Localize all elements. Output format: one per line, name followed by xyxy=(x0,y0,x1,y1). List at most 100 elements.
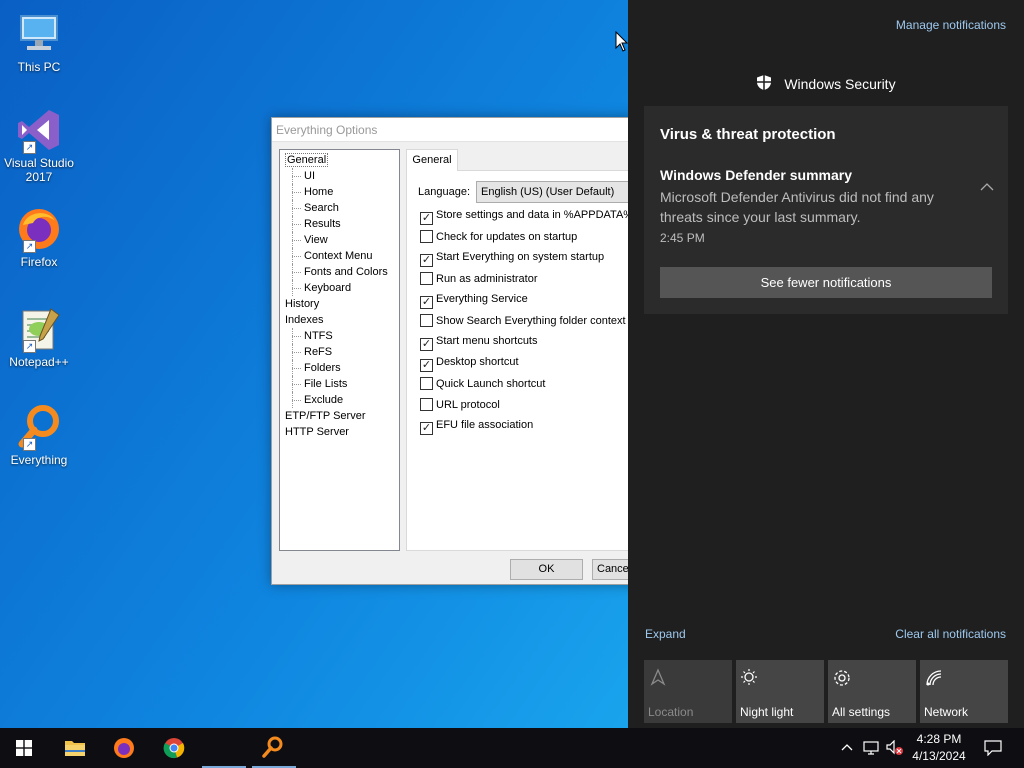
options-tree[interactable]: General UI Home Search Results View Cont… xyxy=(279,149,400,551)
option-checkbox-row[interactable]: Run as administrator xyxy=(420,272,538,288)
shortcut-arrow-icon: ↗ xyxy=(23,438,36,451)
checkbox-unchecked[interactable] xyxy=(420,272,433,285)
quick-action-all-settings[interactable]: All settings xyxy=(828,660,916,723)
option-label: Check for updates on startup xyxy=(436,231,578,243)
clock-date: 4/13/2024 xyxy=(912,749,966,763)
desktop-icon-notepadpp[interactable]: ↗ Notepad++ xyxy=(4,305,74,369)
taskbar-running-app[interactable] xyxy=(200,728,248,768)
checkbox-unchecked[interactable] xyxy=(420,230,433,243)
taskbar-clock[interactable]: 4:28 PM 4/13/2024 xyxy=(906,731,972,765)
general-tab-panel: Language: English (US) (User Default) ✓ S… xyxy=(406,170,656,551)
language-select[interactable]: English (US) (User Default) xyxy=(476,181,646,203)
desktop-icon-firefox[interactable]: ↗ Firefox xyxy=(4,205,74,269)
tree-item-indexes[interactable]: Indexes xyxy=(280,312,399,328)
notification-title: Windows Defender summary xyxy=(660,167,853,183)
location-icon xyxy=(648,668,668,688)
tree-item-view[interactable]: View xyxy=(280,232,399,248)
network-icon xyxy=(924,668,944,688)
desktop-icon-label-line2: 2017 xyxy=(25,170,53,184)
chrome-icon xyxy=(163,738,185,759)
option-checkbox-row[interactable]: ✓ Everything Service xyxy=(420,293,528,309)
option-checkbox-row[interactable]: ✓ Start Everything on system startup xyxy=(420,251,604,267)
tree-item-refs[interactable]: ReFS xyxy=(280,344,399,360)
taskbar-chrome[interactable] xyxy=(150,728,198,768)
quick-action-location[interactable]: Location xyxy=(644,660,732,723)
option-checkbox-row[interactable]: ✓ Desktop shortcut xyxy=(420,356,519,372)
option-checkbox-row[interactable]: ✓ Start menu shortcuts xyxy=(420,335,538,351)
option-label: Desktop shortcut xyxy=(436,356,519,368)
shortcut-arrow-icon: ↗ xyxy=(23,240,36,253)
option-checkbox-row[interactable]: Check for updates on startup xyxy=(420,230,577,246)
option-checkbox-row[interactable]: ✓ EFU file association xyxy=(420,419,533,435)
quick-action-network[interactable]: Network xyxy=(920,660,1008,723)
checkbox-unchecked[interactable] xyxy=(420,314,433,327)
expand-link[interactable]: Expand xyxy=(645,627,686,641)
tree-item-ntfs[interactable]: NTFS xyxy=(280,328,399,344)
app-name: Windows Security xyxy=(784,76,896,92)
checkbox-checked[interactable]: ✓ xyxy=(420,422,433,435)
tree-item-file-lists[interactable]: File Lists xyxy=(280,376,399,392)
tree-item-general[interactable]: General xyxy=(280,152,399,168)
tree-item-http-server[interactable]: HTTP Server xyxy=(280,424,399,440)
manage-notifications-link[interactable]: Manage notifications xyxy=(896,18,1006,32)
tree-item-fonts-and-colors[interactable]: Fonts and Colors xyxy=(280,264,399,280)
checkbox-checked[interactable]: ✓ xyxy=(420,254,433,267)
tree-item-folders[interactable]: Folders xyxy=(280,360,399,376)
taskbar: 4:28 PM 4/13/2024 xyxy=(0,728,1024,768)
firefox-icon xyxy=(114,738,134,758)
taskbar-everything[interactable] xyxy=(250,728,298,768)
desktop-icon-visual-studio[interactable]: ↗ Visual Studio 2017 xyxy=(4,106,74,184)
mouse-cursor-icon xyxy=(615,31,629,52)
taskbar-firefox[interactable] xyxy=(100,728,148,768)
tree-item-etp-ftp-server[interactable]: ETP/FTP Server xyxy=(280,408,399,424)
tree-item-results[interactable]: Results xyxy=(280,216,399,232)
notification-app-header: Windows Security xyxy=(628,74,1024,94)
collapse-chevron-icon[interactable] xyxy=(980,178,994,194)
dialog-title[interactable]: Everything Options xyxy=(272,118,640,142)
option-checkbox-row[interactable]: ✓ Store settings and data in %APPDATA% xyxy=(420,209,633,225)
desktop-icon-this-pc[interactable]: This PC xyxy=(4,10,74,74)
clear-all-notifications-link[interactable]: Clear all notifications xyxy=(895,627,1006,641)
folder-icon xyxy=(65,741,85,756)
option-checkbox-row[interactable]: Show Search Everything folder context me… xyxy=(420,314,656,330)
option-checkbox-row[interactable]: Quick Launch shortcut xyxy=(420,377,545,393)
checkbox-checked[interactable]: ✓ xyxy=(420,212,433,225)
quick-action-night-light[interactable]: Night light xyxy=(736,660,824,723)
windows-logo-icon xyxy=(16,740,32,756)
network-tray-icon[interactable] xyxy=(860,728,882,768)
checkbox-unchecked[interactable] xyxy=(420,398,433,411)
tree-item-search[interactable]: Search xyxy=(280,200,399,216)
desktop-icon-label: Visual Studio xyxy=(4,156,74,170)
taskbar-file-explorer[interactable] xyxy=(50,728,98,768)
action-center-button[interactable] xyxy=(978,728,1008,768)
night-light-icon xyxy=(740,668,760,688)
tree-item-keyboard[interactable]: Keyboard xyxy=(280,280,399,296)
show-hidden-icons-chevron[interactable] xyxy=(838,728,856,768)
checkbox-unchecked[interactable] xyxy=(420,377,433,390)
option-label: Show Search Everything folder context me… xyxy=(436,315,657,327)
tree-item-context-menu[interactable]: Context Menu xyxy=(280,248,399,264)
option-checkbox-row[interactable]: URL protocol xyxy=(420,398,500,414)
see-fewer-notifications-button[interactable]: See fewer notifications xyxy=(660,267,992,298)
checkbox-checked[interactable]: ✓ xyxy=(420,296,433,309)
notification-card[interactable]: Virus & threat protection Windows Defend… xyxy=(644,106,1008,314)
notification-icon xyxy=(984,740,1002,756)
visual-studio-icon: ↗ xyxy=(15,106,63,154)
start-button[interactable] xyxy=(0,728,48,768)
tree-item-history[interactable]: History xyxy=(280,296,399,312)
tree-item-exclude[interactable]: Exclude xyxy=(280,392,399,408)
desktop-icon-label: Everything xyxy=(10,453,68,467)
tab-general[interactable]: General xyxy=(406,149,458,171)
desktop-icon-everything[interactable]: ↗ Everything xyxy=(4,403,74,467)
volume-muted-icon[interactable] xyxy=(884,728,906,768)
tree-item-ui[interactable]: UI xyxy=(280,168,399,184)
option-label: Store settings and data in %APPDATA% xyxy=(436,209,634,221)
notification-body: Microsoft Defender Antivirus did not fin… xyxy=(660,189,934,225)
ok-button[interactable]: OK xyxy=(510,559,583,580)
clock-time: 4:28 PM xyxy=(916,732,962,746)
tree-item-home[interactable]: Home xyxy=(280,184,399,200)
notification-time: 2:45 PM xyxy=(660,231,705,245)
checkbox-checked[interactable]: ✓ xyxy=(420,338,433,351)
checkbox-checked[interactable]: ✓ xyxy=(420,359,433,372)
shield-icon xyxy=(756,74,772,94)
